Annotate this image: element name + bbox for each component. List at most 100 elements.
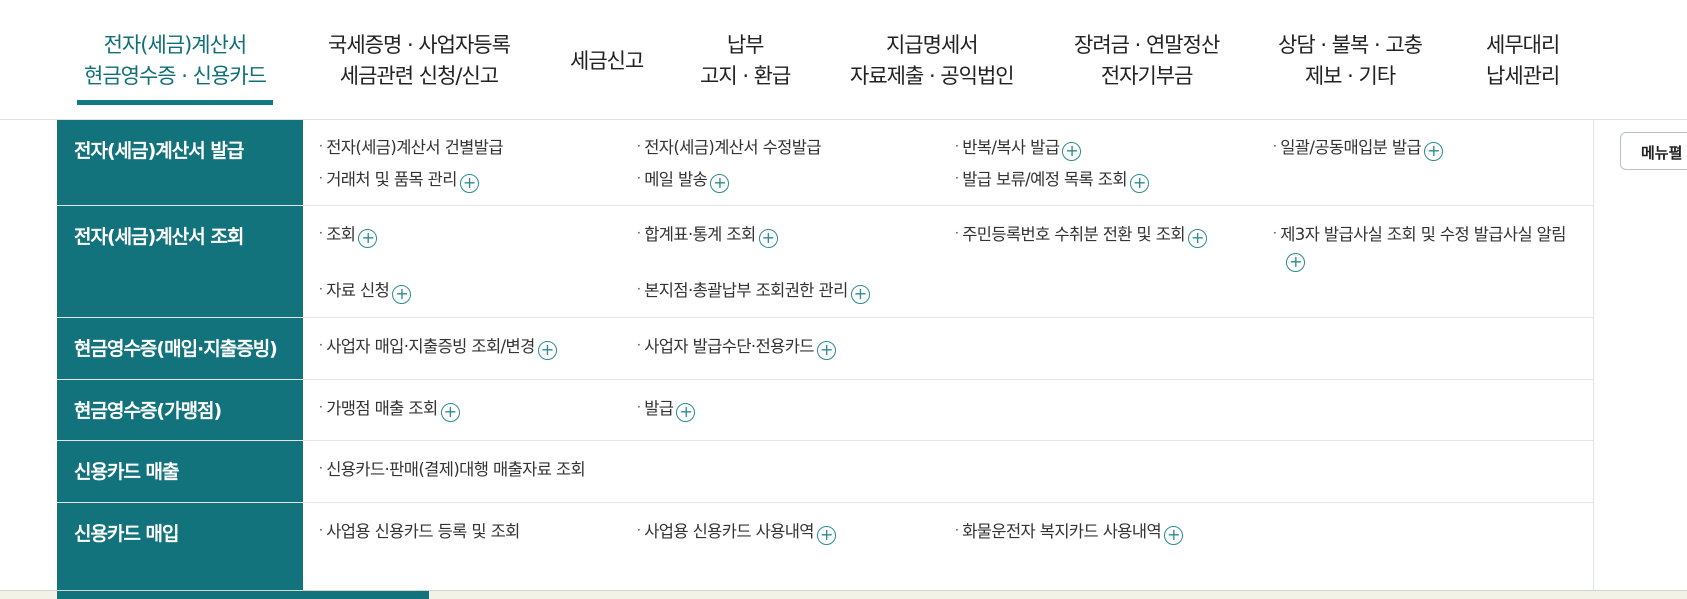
tab-label-line1: 국세증명 · 사업자등록: [328, 33, 511, 57]
page-background-strip: [0, 590, 1687, 599]
menu-item[interactable]: · 가맹점 매출 조회 +: [319, 395, 460, 422]
menu-item[interactable]: · 주민등록번호 수취분 전환 및 조회 +: [955, 221, 1207, 248]
menu-item-label: 가맹점 매출 조회: [326, 399, 438, 418]
menu-item[interactable]: · 반복/복사 발급 +: [955, 134, 1082, 161]
bullet: ·: [319, 171, 323, 185]
plus-icon[interactable]: +: [1062, 142, 1082, 161]
tab-tax-filing[interactable]: 세금신고: [570, 46, 644, 77]
menu-row-credit-card-sales: 신용카드 매출 · 신용카드·판매(결제)대행 매출자료 조회: [57, 441, 1594, 503]
menu-item-label: 사업자 매입·지출증빙 조회/변경: [326, 337, 535, 356]
menu-item[interactable]: · 사업용 신용카드 등록 및 조회: [319, 518, 520, 544]
plus-icon[interactable]: +: [537, 341, 557, 360]
tab-label-line1: 납부: [726, 33, 765, 57]
tab-label-line2: 전자기부금: [1100, 64, 1194, 88]
menu-item[interactable]: · 조회 +: [319, 221, 378, 248]
menu-item[interactable]: · 사업용 신용카드 사용내역 +: [637, 518, 836, 545]
tab-label-line2: 제보 · 기타: [1304, 64, 1396, 88]
category-title: 전자(세금)계산서 발급: [74, 140, 244, 162]
bullet: ·: [955, 139, 959, 153]
bullet: ·: [955, 171, 959, 185]
menu-item[interactable]: · 사업자 발급수단·전용카드 +: [637, 333, 836, 360]
bullet: ·: [637, 338, 641, 352]
active-tab-underline: [77, 100, 273, 105]
tab-label-line1: 지급명세서: [885, 33, 979, 57]
menu-item-label: 거래처 및 품목 관리: [326, 170, 457, 189]
plus-icon[interactable]: +: [676, 403, 696, 422]
menu-row-cash-receipt-purchase: 현금영수증(매입·지출증빙) · 사업자 매입·지출증빙 조회/변경 + · 사업자 …: [57, 318, 1594, 380]
menu-item[interactable]: · 전자(세금)계산서 수정발급: [637, 134, 822, 160]
bullet: ·: [319, 338, 323, 352]
menu-item-label: 신용카드·판매(결제)대행 매출자료 조회: [326, 460, 586, 479]
plus-icon[interactable]: +: [850, 285, 870, 304]
plus-icon[interactable]: +: [710, 174, 730, 193]
menu-item-label: 조회: [326, 225, 356, 244]
bullet: ·: [319, 139, 323, 153]
bullet: ·: [319, 400, 323, 414]
menu-row-credit-card-purchase: 신용카드 매입 · 사업용 신용카드 등록 및 조회 · 사업용 신용카드 사용내역…: [57, 503, 1594, 590]
menu-item[interactable]: · 본지점·총괄납부 조회권한 관리 +: [637, 277, 870, 304]
menu-item-label: 사업용 신용카드 등록 및 조회: [326, 522, 520, 541]
bullet: ·: [319, 461, 323, 475]
category-title: 현금영수증(매입·지출증빙): [74, 338, 278, 360]
menu-item[interactable]: · 신용카드·판매(결제)대행 매출자료 조회: [319, 456, 586, 482]
menu-expand-button[interactable]: 메뉴펼: [1620, 132, 1687, 170]
plus-icon[interactable]: +: [816, 341, 836, 360]
plus-icon[interactable]: +: [1187, 229, 1207, 248]
bullet: ·: [637, 226, 641, 240]
tab-label-line2: 현금영수증 · 신용카드: [84, 64, 267, 88]
plus-icon[interactable]: +: [459, 174, 479, 193]
menu-item[interactable]: · 합계표·통계 조회 +: [637, 221, 778, 248]
category-title: 현금영수증(가맹점): [74, 400, 222, 422]
menu-item[interactable]: · 거래처 및 품목 관리 +: [319, 166, 479, 193]
tab-consultation[interactable]: 상담 · 불복 · 고충 제보 · 기타: [1278, 30, 1423, 92]
plus-icon[interactable]: +: [1129, 174, 1149, 193]
menu-item-label: 반복/복사 발급: [962, 138, 1060, 157]
plus-icon[interactable]: +: [1424, 142, 1444, 161]
tab-label-line1: 세무대리: [1486, 33, 1560, 57]
menu-item[interactable]: · 메일 발송 +: [637, 166, 730, 193]
plus-icon[interactable]: +: [1164, 526, 1184, 545]
tab-payment-statement[interactable]: 지급명세서 자료제출 · 공익법인: [850, 30, 1015, 92]
bullet: ·: [319, 282, 323, 296]
menu-item-label: 제3자 발급사실 조회 및 수정 발급사실 알림: [1280, 225, 1566, 244]
menu-item[interactable]: · 사업자 매입·지출증빙 조회/변경 +: [319, 333, 557, 360]
menu-item[interactable]: · 발급 +: [637, 395, 696, 422]
category-title: 신용카드 매입: [74, 523, 179, 545]
bullet: ·: [637, 139, 641, 153]
menu-item-label: 주민등록번호 수취분 전환 및 조회: [962, 225, 1185, 244]
plus-icon[interactable]: +: [440, 403, 460, 422]
menu-item-label: 사업용 신용카드 사용내역: [644, 522, 814, 541]
menu-item[interactable]: · 발급 보류/예정 목록 조회 +: [955, 166, 1149, 193]
menu-item-label: 사업자 발급수단·전용카드: [644, 337, 814, 356]
bullet: ·: [637, 400, 641, 414]
tab-tax-agent[interactable]: 세무대리 납세관리: [1486, 30, 1560, 92]
tab-label-line2: 고지 · 환급: [700, 64, 791, 88]
plus-icon[interactable]: +: [392, 285, 412, 304]
menu-item-label: 전자(세금)계산서 수정발급: [644, 138, 821, 157]
bullet: ·: [1273, 226, 1277, 240]
menu-item-label: 발급: [644, 399, 674, 418]
plus-icon[interactable]: +: [758, 229, 778, 248]
bullet: ·: [319, 226, 323, 240]
menu-item[interactable]: · 자료 신청 +: [319, 277, 412, 304]
plus-icon[interactable]: +: [816, 526, 836, 545]
tab-label-line1: 장려금 · 연말정산: [1074, 33, 1220, 57]
tab-label-line2: 세금관련 신청/신고: [339, 64, 499, 88]
menu-item[interactable]: · 화물운전자 복지카드 사용내역 +: [955, 518, 1184, 545]
plus-icon[interactable]: +: [1286, 253, 1305, 272]
menu-item-label: 화물운전자 복지카드 사용내역: [962, 522, 1162, 541]
menu-item-label: 전자(세금)계산서 건별발급: [326, 138, 503, 157]
menu-item[interactable]: · 전자(세금)계산서 건별발급: [319, 134, 504, 160]
bullet: ·: [637, 171, 641, 185]
tab-incentive-settlement[interactable]: 장려금 · 연말정산 전자기부금: [1074, 30, 1220, 92]
tab-e-invoice[interactable]: 전자(세금)계산서 현금영수증 · 신용카드: [77, 30, 273, 105]
menu-item[interactable]: · 일괄/공동매입분 발급 +: [1273, 134, 1444, 161]
tab-tax-certificate[interactable]: 국세증명 · 사업자등록 세금관련 신청/신고: [328, 30, 511, 92]
menu-item-label: 발급 보류/예정 목록 조회: [962, 170, 1127, 189]
plus-icon[interactable]: +: [358, 229, 378, 248]
menu-item[interactable]: · 제3자 발급사실 조회 및 수정 발급사실 알림 +: [1273, 221, 1573, 272]
menu-row-cash-receipt-merchant: 현금영수증(가맹점) · 가맹점 매출 조회 + · 발급 +: [57, 380, 1594, 441]
menu-item-label: 메일 발송: [644, 170, 708, 189]
tab-label-line2: 자료제출 · 공익법인: [850, 64, 1015, 88]
tab-payment[interactable]: 납부 고지 · 환급: [700, 30, 791, 92]
